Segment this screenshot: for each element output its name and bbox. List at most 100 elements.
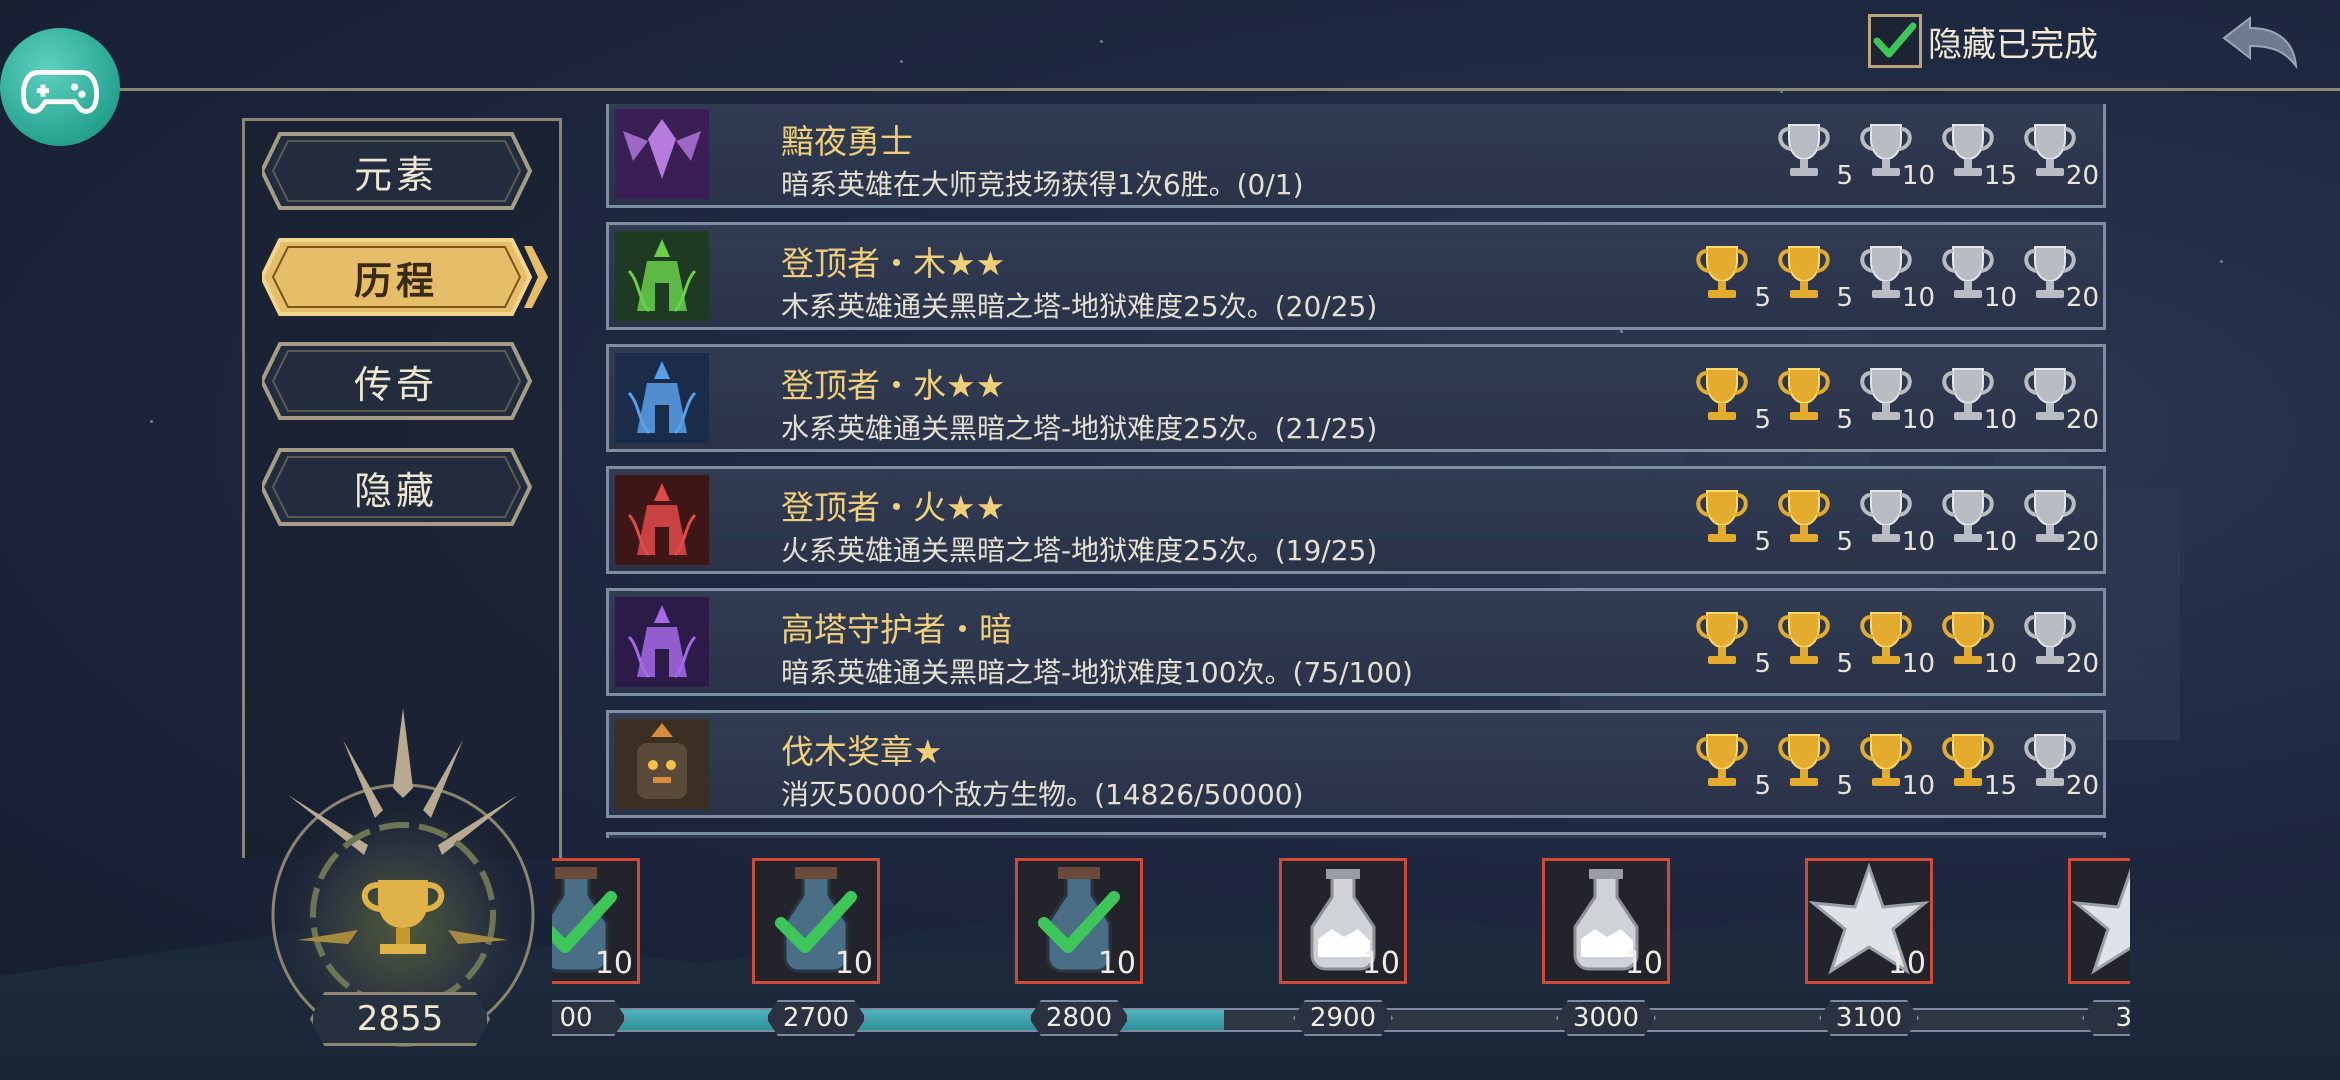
achievement-row[interactable]: 伐木奖章★ 消灭50000个敌方生物。(14826/50000) 5 5 10 15 20 <box>606 710 2106 818</box>
trophy-points: 10 <box>1901 283 1935 313</box>
reward-slot[interactable] <box>2068 858 2130 984</box>
achievement-row-partial[interactable] <box>606 832 2106 838</box>
milestone-label: 2800 <box>1029 1000 1129 1036</box>
tab-2[interactable]: 历程 <box>262 236 548 318</box>
achievement-row[interactable]: 登顶者・火★★ 火系英雄通关黑暗之塔-地狱难度25次。(19/25) 5 5 10 10 2… <box>606 466 2106 574</box>
gold-trophy-icon: 5 <box>1693 723 1771 811</box>
back-arrow-icon[interactable] <box>2220 12 2304 74</box>
milestone-label: 3100 <box>1819 1000 1919 1036</box>
trophy-tiers: 5 5 10 10 20 <box>1693 601 2099 689</box>
dark-winged-emblem-icon <box>615 109 709 199</box>
reward-count: 10 <box>1361 946 1400 981</box>
water-tower-icon <box>615 353 709 443</box>
trophy-points: 10 <box>1901 771 1935 801</box>
milestone-label: 3000 <box>1556 1000 1656 1036</box>
silver-trophy-icon: 10 <box>1857 235 1935 323</box>
reward-slot[interactable]: 10 <box>1279 858 1407 984</box>
trophy-points: 5 <box>1836 649 1853 679</box>
trophy-points: 15 <box>1983 161 2017 191</box>
trophy-points: 10 <box>1901 405 1935 435</box>
trophy-points: 10 <box>1901 527 1935 557</box>
gold-trophy-icon: 5 <box>1693 357 1771 445</box>
silver-trophy-icon: 5 <box>1775 113 1853 201</box>
gold-trophy-icon: 5 <box>1693 479 1771 567</box>
reward-count: 10 <box>594 946 633 981</box>
achievement-row[interactable]: 登顶者・木★★ 木系英雄通关黑暗之塔-地狱难度25次。(20/25) 5 5 10 10 2… <box>606 222 2106 330</box>
trophy-points: 5 <box>1836 283 1853 313</box>
trophy-points: 20 <box>2065 405 2099 435</box>
trophy-points: 10 <box>1983 405 2017 435</box>
trophy-points: 15 <box>1983 771 2017 801</box>
reward-track[interactable]: 101010101010002700280029003000310032 <box>552 852 2130 1052</box>
achievement-list[interactable]: 黯夜勇士 暗系英雄在大师竞技场获得1次6胜。(0/1) 5 10 15 20 登顶者・木★★… <box>606 104 2106 838</box>
trophy-points: 5 <box>1754 527 1771 557</box>
trophy-points: 10 <box>1983 649 2017 679</box>
achievement-row[interactable]: 高塔守护者・暗暗系英雄通关黑暗之塔-地狱难度100次。(75/100) 5 5 10 1… <box>606 588 2106 696</box>
hide-completed-toggle[interactable]: 隐藏已完成 <box>1868 14 2098 68</box>
trophy-points: 10 <box>1901 161 1935 191</box>
reward-count: 10 <box>1624 946 1663 981</box>
tab-4[interactable]: 隐藏 <box>262 446 533 528</box>
achievement-title: 高塔守护者・暗 <box>781 610 1012 649</box>
gold-trophy-icon: 5 <box>1775 235 1853 323</box>
achievement-score: 2855 <box>310 992 490 1046</box>
achievement-row[interactable]: 黯夜勇士 暗系英雄在大师竞技场获得1次6胜。(0/1) 5 10 15 20 <box>606 104 2106 208</box>
milestone-label: 00 <box>552 1000 626 1036</box>
silver-trophy-icon: 20 <box>2021 479 2099 567</box>
tree-golem-icon <box>615 719 709 809</box>
trophy-points: 20 <box>2065 283 2099 313</box>
reward-count: 10 <box>834 946 873 981</box>
trophy-points: 5 <box>1754 405 1771 435</box>
trophy-points: 5 <box>1754 771 1771 801</box>
trophy-tiers: 5 5 10 10 20 <box>1693 235 2099 323</box>
trophy-tiers: 5 5 10 10 20 <box>1693 479 2099 567</box>
hide-completed-checkbox[interactable] <box>1868 14 1922 68</box>
tab-label: 隐藏 <box>353 468 438 513</box>
trophy-tiers: 5 5 10 15 20 <box>1693 723 2099 811</box>
gold-trophy-icon: 10 <box>1939 601 2017 689</box>
achievement-description: 水系英雄通关黑暗之塔-地狱难度25次。(21/25) <box>781 412 1378 445</box>
tab-3[interactable]: 传奇 <box>262 340 533 422</box>
reward-slot[interactable]: 10 <box>752 858 880 984</box>
hide-completed-label: 隐藏已完成 <box>1928 24 2098 65</box>
reward-slot[interactable]: 10 <box>552 858 640 984</box>
silver-trophy-icon: 20 <box>2021 723 2099 811</box>
achievement-title: 登顶者・水★★ <box>781 366 1006 405</box>
silver-trophy-icon: 10 <box>1857 357 1935 445</box>
gamepad-logo-icon[interactable] <box>0 28 120 146</box>
reward-slot[interactable]: 10 <box>1015 858 1143 984</box>
gold-trophy-icon: 10 <box>1857 601 1935 689</box>
gold-trophy-icon: 5 <box>1775 479 1853 567</box>
achievement-description: 消灭50000个敌方生物。(14826/50000) <box>781 778 1304 811</box>
gold-trophy-icon: 5 <box>1775 601 1853 689</box>
gold-trophy-icon: 5 <box>1775 723 1853 811</box>
achievement-description: 火系英雄通关黑暗之塔-地狱难度25次。(19/25) <box>781 534 1378 567</box>
silver-trophy-icon: 10 <box>1939 235 2017 323</box>
trophy-points: 5 <box>1754 283 1771 313</box>
silver-trophy-icon: 20 <box>2021 235 2099 323</box>
achievement-title: 登顶者・木★★ <box>781 244 1006 283</box>
trophy-points: 10 <box>1901 649 1935 679</box>
achievement-title: 登顶者・火★★ <box>781 488 1006 527</box>
gold-trophy-icon: 15 <box>1939 723 2017 811</box>
reward-slot[interactable]: 10 <box>1542 858 1670 984</box>
milestone-label: 2700 <box>766 1000 866 1036</box>
trophy-points: 20 <box>2065 527 2099 557</box>
silver-trophy-icon: 10 <box>1939 479 2017 567</box>
trophy-points: 20 <box>2065 161 2099 191</box>
tab-1[interactable]: 元素 <box>262 130 533 212</box>
silver-trophy-icon: 20 <box>2021 357 2099 445</box>
gold-trophy-icon: 5 <box>1775 357 1853 445</box>
trophy-points: 20 <box>2065 649 2099 679</box>
trophy-tiers: 5 10 15 20 <box>1775 113 2099 201</box>
trophy-tiers: 5 5 10 10 20 <box>1693 357 2099 445</box>
achievement-description: 暗系英雄通关黑暗之塔-地狱难度100次。(75/100) <box>781 656 1413 689</box>
fire-tower-icon <box>615 475 709 565</box>
achievement-description: 木系英雄通关黑暗之塔-地狱难度25次。(20/25) <box>781 290 1378 323</box>
trophy-points: 5 <box>1754 649 1771 679</box>
achievement-row[interactable]: 登顶者・水★★ 水系英雄通关黑暗之塔-地狱难度25次。(21/25) 5 5 10 10 2… <box>606 344 2106 452</box>
silver-trophy-icon: 20 <box>2021 113 2099 201</box>
trophy-points: 5 <box>1836 161 1853 191</box>
reward-slot[interactable]: 10 <box>1805 858 1933 984</box>
wood-tower-icon <box>615 231 709 321</box>
